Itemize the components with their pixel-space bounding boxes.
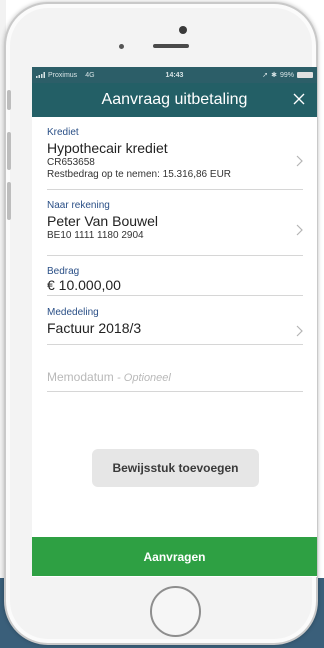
amount-value: € 10.000,00 <box>47 277 121 293</box>
to-account-label: Naar rekening <box>47 200 110 211</box>
status-time: 14:43 <box>165 71 184 79</box>
message-value: Factuur 2018/3 <box>47 320 142 336</box>
volume-up-button <box>7 132 11 170</box>
amount-label: Bedrag <box>47 266 80 277</box>
credit-label: Krediet <box>47 127 79 138</box>
memo-date-field[interactable]: Memodatum - Optioneel <box>47 370 303 392</box>
chevron-right-icon <box>296 155 303 167</box>
credit-name: Hypothecair krediet <box>47 140 168 156</box>
mute-switch <box>7 90 11 110</box>
submit-button[interactable]: Aanvragen <box>32 537 317 576</box>
credit-remaining: Restbedrag op te nemen: 15.316,86 EUR <box>47 169 232 180</box>
message-label: Mededeling <box>47 307 99 318</box>
camera-icon <box>179 26 187 34</box>
volume-down-button <box>7 182 11 220</box>
attach-proof-button[interactable]: Bewijsstuk toevoegen <box>92 449 259 487</box>
account-iban: BE10 1111 1180 2904 <box>47 230 144 241</box>
close-icon[interactable] <box>289 89 309 109</box>
app-screen: Proximus 4G 14:43 ➚ ✱ 99% Aanvraag uitbe… <box>32 67 317 577</box>
credit-reference: CR653658 <box>47 157 95 168</box>
memo-date-label: Memodatum <box>47 370 114 384</box>
to-account-field[interactable]: Naar rekening Peter Van Bouwel BE10 1111… <box>47 200 303 256</box>
chevron-right-icon <box>296 325 303 337</box>
memo-date-optional: - Optioneel <box>117 372 171 384</box>
page-title: Aanvraag uitbetaling <box>101 91 248 108</box>
status-bar: Proximus 4G 14:43 ➚ ✱ 99% <box>32 67 317 83</box>
chevron-right-icon <box>296 224 303 236</box>
app-header: Aanvraag uitbetaling <box>32 83 317 117</box>
earpiece-speaker <box>153 44 189 48</box>
credit-field[interactable]: Krediet Hypothecair krediet CR653658 Res… <box>47 127 303 190</box>
memo-date-placeholder: Memodatum - Optioneel <box>47 370 303 384</box>
amount-field[interactable]: Bedrag € 10.000,00 <box>47 266 303 296</box>
home-button[interactable] <box>150 586 201 637</box>
phone-frame: Proximus 4G 14:43 ➚ ✱ 99% Aanvraag uitbe… <box>4 2 318 645</box>
account-holder-name: Peter Van Bouwel <box>47 213 159 229</box>
message-field[interactable]: Mededeling Factuur 2018/3 <box>47 307 303 345</box>
front-sensor <box>119 44 124 49</box>
